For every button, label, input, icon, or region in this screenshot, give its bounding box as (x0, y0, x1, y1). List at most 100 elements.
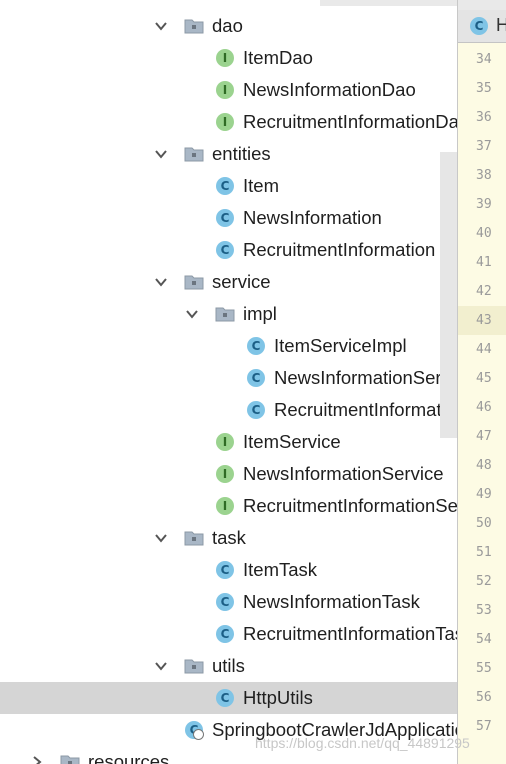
tree-row[interactable]: I RecruitmentInformationService (0, 490, 457, 522)
tree-item-label: dao (212, 15, 243, 36)
tree-row[interactable]: entities (0, 138, 457, 170)
line-number: 41 (476, 255, 492, 270)
tree-row[interactable]: C RecruitmentInformationServiceImpl (0, 394, 457, 426)
line-number: 43 (458, 306, 506, 335)
tree-item-label: utils (212, 655, 245, 676)
tree-row[interactable]: task (0, 522, 457, 554)
line-number: 34 (476, 52, 492, 67)
class-icon: C (215, 624, 235, 644)
tree-item-label: entities (212, 143, 271, 164)
toolbar-strip (320, 0, 457, 6)
chevron-right-icon[interactable] (28, 753, 46, 764)
tree-item-label: HttpUtils (243, 687, 313, 708)
package-folder-icon (184, 144, 204, 164)
tree-row[interactable]: service (0, 266, 457, 298)
chevron-down-icon[interactable] (152, 529, 170, 547)
chevron-down-icon[interactable] (183, 305, 201, 323)
class-icon: C (246, 400, 266, 420)
interface-icon: I (215, 496, 235, 516)
tree-item-label: ItemTask (243, 559, 318, 580)
spring-boot-class-icon: C (184, 720, 204, 740)
line-number: 40 (476, 226, 492, 241)
line-number: 54 (476, 632, 492, 647)
line-number: 35 (476, 81, 492, 96)
line-number: 52 (476, 574, 492, 589)
class-icon: C (215, 688, 235, 708)
interface-icon: I (215, 48, 235, 68)
tree-row[interactable]: C NewsInformation (0, 202, 457, 234)
line-number: 38 (476, 168, 492, 183)
tree-row[interactable]: I ItemService (0, 426, 457, 458)
tree-item-label: NewsInformationDao (243, 79, 416, 100)
tree-row[interactable]: I RecruitmentInformationDao (0, 106, 457, 138)
tree-row[interactable]: C NewsInformationTask (0, 586, 457, 618)
line-number: 44 (476, 342, 492, 357)
editor-tab-httputils[interactable]: C H (458, 10, 506, 43)
tree-item-label: resources (88, 751, 170, 764)
class-icon: C (246, 368, 266, 388)
editor-toolbar (458, 0, 506, 10)
editor-pane: C H 34 35 36 37 38 39 40 41 42 43 44 45 46 47 48 49 50 51… (457, 0, 506, 764)
interface-icon: I (215, 464, 235, 484)
tree-row[interactable]: C RecruitmentInformationTask (0, 618, 457, 650)
tree-item-label: NewsInformation (243, 207, 382, 228)
line-number: 47 (476, 429, 492, 444)
line-number: 48 (476, 458, 492, 473)
line-number: 49 (476, 487, 492, 502)
line-number: 55 (476, 661, 492, 676)
tree-item-label: impl (243, 303, 277, 324)
chevron-down-icon[interactable] (152, 17, 170, 35)
interface-icon: I (215, 112, 235, 132)
tree-row[interactable]: C ItemServiceImpl (0, 330, 457, 362)
tree-row[interactable]: I NewsInformationDao (0, 74, 457, 106)
class-icon: C (215, 208, 235, 228)
line-number: 39 (476, 197, 492, 212)
chevron-down-icon[interactable] (152, 657, 170, 675)
tree-row[interactable]: C NewsInformationServiceImpl (0, 362, 457, 394)
class-icon: C (215, 592, 235, 612)
line-number: 45 (476, 371, 492, 386)
line-number: 56 (476, 690, 492, 705)
package-folder-icon (60, 752, 80, 764)
line-number: 51 (476, 545, 492, 560)
line-number: 50 (476, 516, 492, 531)
project-tree: dao I ItemDao I NewsInformationDao I Recruitme… (0, 0, 457, 764)
package-folder-icon (215, 304, 235, 324)
class-icon: C (246, 336, 266, 356)
tree-item-label: RecruitmentInformationServiceImpl (274, 399, 457, 420)
tree-item-label: Item (243, 175, 279, 196)
package-folder-icon (184, 272, 204, 292)
line-number: 46 (476, 400, 492, 415)
tree-item-label: ItemService (243, 431, 341, 452)
tree-row[interactable]: dao (0, 10, 457, 42)
editor-tab-label: H (496, 15, 506, 35)
tree-item-label: RecruitmentInformationService (243, 495, 457, 516)
tree-scrollbar-thumb[interactable] (440, 152, 457, 438)
tree-item-label: RecruitmentInformation (243, 239, 436, 260)
chevron-down-icon[interactable] (152, 145, 170, 163)
tree-item-label: RecruitmentInformationTask (243, 623, 457, 644)
tree-row[interactable]: I ItemDao (0, 42, 457, 74)
tree-item-label: service (212, 271, 271, 292)
package-folder-icon (184, 656, 204, 676)
class-icon: C (215, 240, 235, 260)
class-icon: C (215, 176, 235, 196)
tree-row[interactable]: C ItemTask (0, 554, 457, 586)
line-number: 36 (476, 110, 492, 125)
tree-item-label: ItemDao (243, 47, 313, 68)
line-number: 53 (476, 603, 492, 618)
tree-row[interactable]: impl (0, 298, 457, 330)
tree-row[interactable]: I NewsInformationService (0, 458, 457, 490)
chevron-down-icon[interactable] (152, 273, 170, 291)
tree-item-label: RecruitmentInformationDao (243, 111, 457, 132)
class-icon: C (470, 17, 488, 35)
tree-row[interactable]: C Item (0, 170, 457, 202)
tree-item-label: task (212, 527, 246, 548)
tree-row[interactable]: C HttpUtils (0, 682, 457, 714)
watermark-text: https://blog.csdn.net/qq_44891295 (255, 735, 470, 751)
tree-item-label: NewsInformationServiceImpl (274, 367, 457, 388)
line-number: 37 (476, 139, 492, 154)
tree-row[interactable]: utils (0, 650, 457, 682)
tree-row[interactable]: C RecruitmentInformation (0, 234, 457, 266)
interface-icon: I (215, 80, 235, 100)
